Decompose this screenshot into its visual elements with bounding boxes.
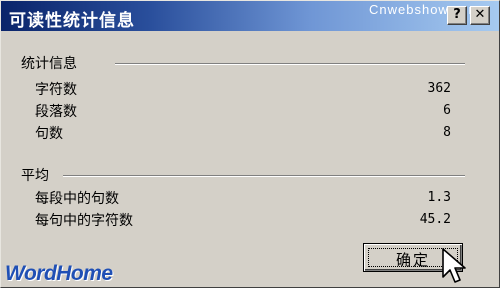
sentence-count-label: 句数: [35, 126, 63, 142]
close-button[interactable]: ✕: [470, 6, 490, 25]
sentences-per-paragraph-value: 1.3: [427, 190, 451, 205]
wordhome-logo: WordHome: [5, 262, 113, 285]
sentence-count-value: 8: [443, 125, 451, 140]
dialog-title: 可读性统计信息: [9, 11, 135, 31]
paragraph-count-value: 6: [443, 103, 451, 118]
stats-divider: [115, 63, 465, 65]
chars-per-sentence-value: 45.2: [419, 212, 451, 227]
close-icon: ✕: [474, 7, 486, 22]
paragraph-count-label: 段落数: [35, 104, 77, 120]
averages-divider: [63, 175, 465, 177]
title-bar[interactable]: 可读性统计信息 Cnwebshow.com ? ✕: [1, 1, 499, 31]
char-count-label: 字符数: [35, 82, 77, 98]
arrow-cursor-icon: [442, 248, 466, 283]
sentences-per-paragraph-label: 每段中的句数: [35, 191, 119, 207]
stats-heading: 统计信息: [21, 56, 77, 72]
help-icon: ?: [453, 7, 461, 22]
averages-heading: 平均: [21, 168, 49, 184]
char-count-value: 362: [427, 81, 451, 96]
help-button[interactable]: ?: [447, 6, 467, 25]
chars-per-sentence-label: 每句中的字符数: [35, 213, 133, 229]
readability-dialog: 可读性统计信息 Cnwebshow.com ? ✕ 统计信息 字符数 362 段…: [0, 0, 500, 288]
